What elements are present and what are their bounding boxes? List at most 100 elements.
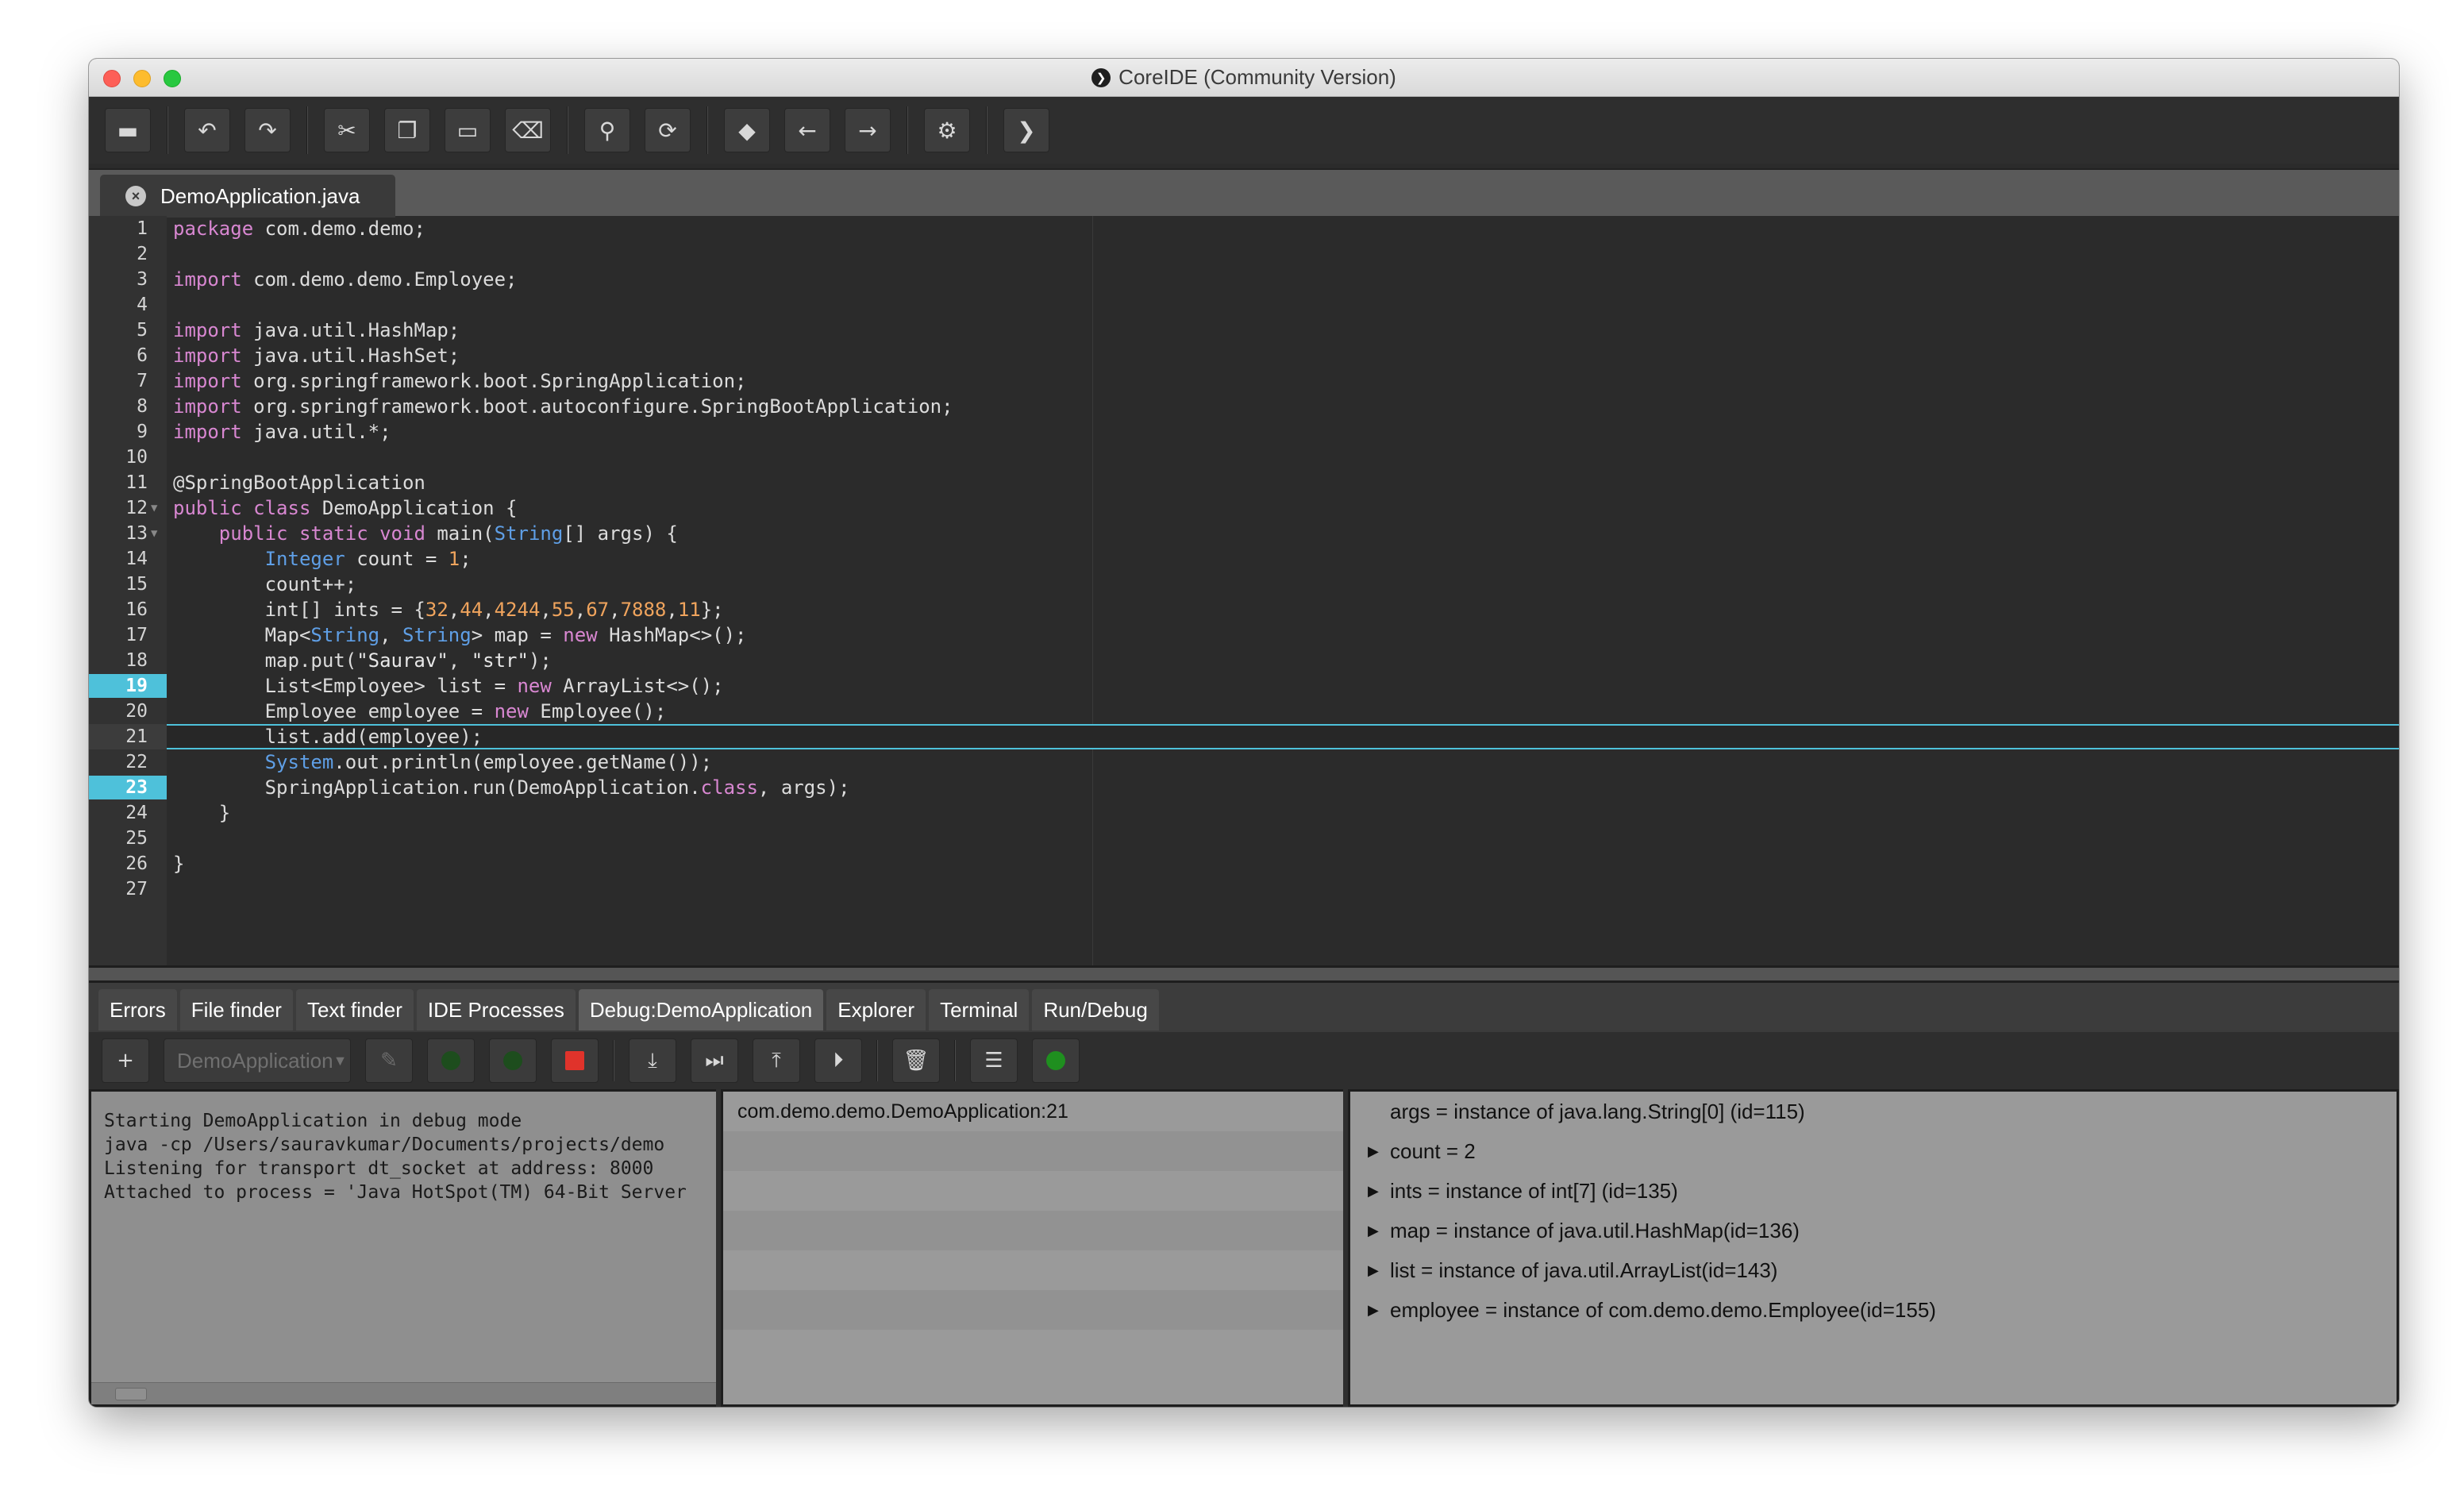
fold-icon[interactable]: ▼ <box>151 495 157 521</box>
code-line[interactable]: 27 <box>89 876 2399 902</box>
variable-row[interactable]: args = instance of java.lang.String[0] (… <box>1350 1092 2397 1131</box>
line-number[interactable]: 20 <box>89 699 148 724</box>
code-line[interactable]: 7 import org.springframework.boot.SpringA… <box>89 368 2399 394</box>
step-into-button[interactable]: ⤓ <box>629 1038 676 1083</box>
stack-frame-row[interactable] <box>723 1330 1346 1369</box>
code-line[interactable]: 15 count++; <box>89 572 2399 597</box>
code-line[interactable]: 8 import org.springframework.boot.autocon… <box>89 394 2399 419</box>
forward-button[interactable]: → <box>845 108 891 152</box>
expand-arrow-icon[interactable]: ▶ <box>1368 1211 1379 1250</box>
code-line[interactable]: 16 int[] ints = {32,44,4244,55,67,7888,1… <box>89 597 2399 622</box>
code-line[interactable]: 1 package com.demo.demo; <box>89 216 2399 241</box>
line-number[interactable]: 21 <box>89 724 148 749</box>
code-line[interactable]: 6 import java.util.HashSet; <box>89 343 2399 368</box>
code-line[interactable]: 9 import java.util.*; <box>89 419 2399 445</box>
line-number[interactable]: 23 <box>89 775 148 800</box>
line-number[interactable]: 3 <box>89 267 148 292</box>
stack-frame-row[interactable] <box>723 1290 1346 1330</box>
variable-row[interactable]: ▶ employee = instance of com.demo.demo.Em… <box>1350 1290 2397 1330</box>
list-view-button[interactable]: ☰ <box>970 1038 1018 1083</box>
code-line[interactable]: 14 Integer count = 1; <box>89 546 2399 572</box>
add-config-button[interactable]: + <box>102 1038 149 1083</box>
code-line[interactable]: 17 Map<String, String> map = new HashMap… <box>89 622 2399 648</box>
close-icon[interactable]: × <box>125 186 146 206</box>
code-line[interactable]: 5 import java.util.HashMap; <box>89 318 2399 343</box>
tab-file-finder[interactable]: File finder <box>179 989 293 1030</box>
line-number[interactable]: 25 <box>89 826 148 851</box>
line-number[interactable]: 19 <box>89 673 148 699</box>
back-button[interactable]: ← <box>784 108 830 152</box>
line-number[interactable]: 10 <box>89 445 148 470</box>
stack-frame-row[interactable]: com.demo.demo.DemoApplication:21 <box>723 1092 1346 1131</box>
line-number[interactable]: 16 <box>89 597 148 622</box>
split-pane-divider[interactable] <box>89 965 2399 983</box>
console-horizontal-scrollbar[interactable] <box>91 1382 718 1404</box>
stack-frame-row[interactable] <box>723 1131 1346 1171</box>
line-number[interactable]: 17 <box>89 622 148 648</box>
line-number[interactable]: 7 <box>89 368 148 394</box>
line-number[interactable]: 11 <box>89 470 148 495</box>
variable-row[interactable]: ▶ count = 2 <box>1350 1131 2397 1171</box>
tab-errors[interactable]: Errors <box>98 989 177 1030</box>
scrollbar-thumb[interactable] <box>115 1388 147 1400</box>
minimize-window-button[interactable] <box>133 70 151 87</box>
line-number[interactable]: 24 <box>89 800 148 826</box>
line-number[interactable]: 5 <box>89 318 148 343</box>
variable-row[interactable]: ▶ map = instance of java.util.HashMap(id=… <box>1350 1211 2397 1250</box>
code-line[interactable]: 21 list.add(employee); <box>89 724 2399 749</box>
code-line[interactable]: 11 @SpringBootApplication <box>89 470 2399 495</box>
line-number[interactable]: 22 <box>89 749 148 775</box>
line-number[interactable]: 26 <box>89 851 148 876</box>
code-line[interactable]: 12 ▼ public class DemoApplication { <box>89 495 2399 521</box>
stack-frame-row[interactable] <box>723 1171 1346 1211</box>
status-indicator[interactable] <box>1032 1038 1080 1083</box>
edit-config-button[interactable]: ✎ <box>365 1038 413 1083</box>
line-number[interactable]: 14 <box>89 546 148 572</box>
code-line[interactable]: 19 List<Employee> list = new ArrayList<>… <box>89 673 2399 699</box>
debug-config-button[interactable] <box>489 1038 537 1083</box>
step-out-button[interactable]: ⤒ <box>753 1038 800 1083</box>
code-line[interactable]: 2 <box>89 241 2399 267</box>
line-number[interactable]: 12 <box>89 495 148 521</box>
code-line[interactable]: 24 } <box>89 800 2399 826</box>
close-window-button[interactable] <box>103 70 121 87</box>
cut-button[interactable]: ✂ <box>324 108 370 152</box>
line-number[interactable]: 13 <box>89 521 148 546</box>
clear-console-button[interactable]: 🗑 <box>892 1038 940 1083</box>
tab-text-finder[interactable]: Text finder <box>295 989 414 1030</box>
line-number[interactable]: 4 <box>89 292 148 318</box>
expand-arrow-icon[interactable]: ▶ <box>1368 1250 1379 1290</box>
step-over-button[interactable]: ⏭ <box>691 1038 738 1083</box>
console-panel[interactable]: Starting DemoApplication in debug mode ja… <box>89 1089 721 1407</box>
resume-button[interactable]: ⏵ <box>814 1038 862 1083</box>
variable-row[interactable]: ▶ list = instance of java.util.ArrayList(… <box>1350 1250 2397 1290</box>
stack-frame-row[interactable] <box>723 1211 1346 1250</box>
code-line[interactable]: 4 <box>89 292 2399 318</box>
line-number[interactable]: 2 <box>89 241 148 267</box>
paste-button[interactable]: ▭ <box>445 108 491 152</box>
line-number[interactable]: 15 <box>89 572 148 597</box>
tab-terminal[interactable]: Terminal <box>929 989 1030 1030</box>
search-button[interactable]: ⚲ <box>584 108 630 152</box>
redo-button[interactable]: ↷ <box>244 108 291 152</box>
fold-icon[interactable]: ▼ <box>151 521 157 546</box>
code-line[interactable]: 3 import com.demo.demo.Employee; <box>89 267 2399 292</box>
stack-frame-row[interactable] <box>723 1250 1346 1290</box>
code-line[interactable]: 18 map.put("Saurav", "str"); <box>89 648 2399 673</box>
expand-arrow-icon[interactable]: ▶ <box>1368 1131 1379 1171</box>
settings-button[interactable]: ⚙ <box>924 108 970 152</box>
undo-button[interactable]: ↶ <box>184 108 230 152</box>
code-editor[interactable]: 1 package com.demo.demo; 2 3 import com.demo… <box>89 216 2399 965</box>
code-line[interactable]: 25 <box>89 826 2399 851</box>
code-line[interactable]: 22 System.out.println(employee.getName()… <box>89 749 2399 775</box>
line-number[interactable]: 6 <box>89 343 148 368</box>
code-line[interactable]: 10 <box>89 445 2399 470</box>
tab-debug-demoapplication[interactable]: Debug:DemoApplication <box>578 989 824 1030</box>
run-config-button[interactable] <box>427 1038 475 1083</box>
code-line[interactable]: 23 SpringApplication.run(DemoApplication… <box>89 775 2399 800</box>
bookmark-button[interactable]: ◆ <box>724 108 770 152</box>
run-button[interactable]: ❯ <box>1003 108 1049 152</box>
debug-config-select[interactable]: DemoApplication ▼ <box>164 1038 351 1083</box>
stop-button[interactable] <box>551 1038 599 1083</box>
open-folder-button[interactable]: ▬ <box>105 108 151 152</box>
